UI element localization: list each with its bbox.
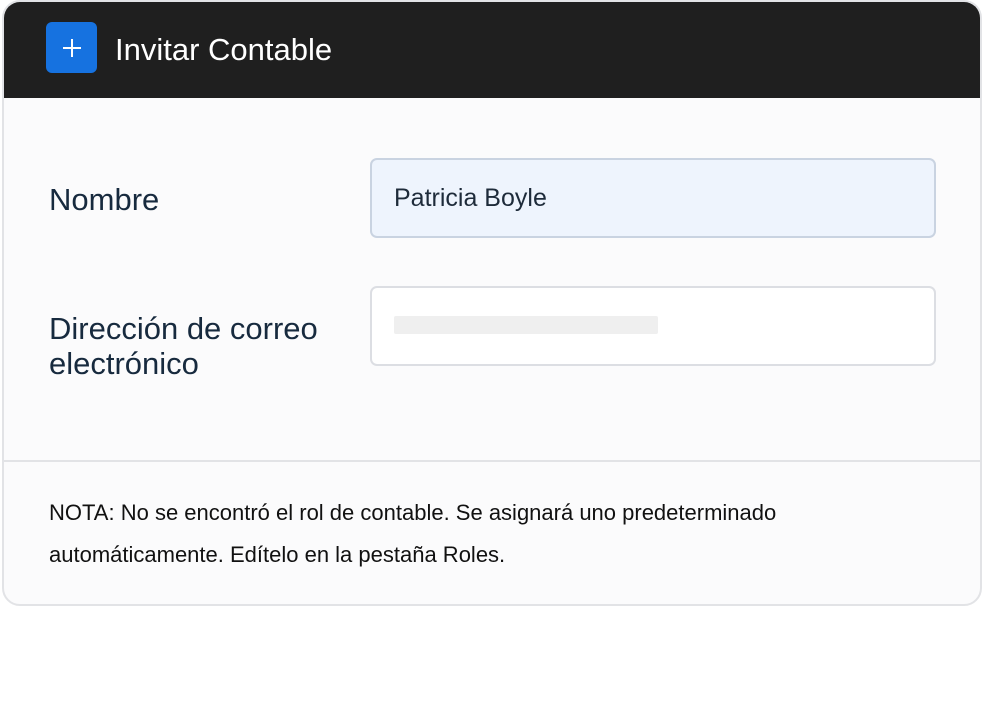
invite-accountant-dialog: Invitar Contable Nombre Dirección de cor…: [2, 0, 982, 606]
dialog-title: Invitar Contable: [115, 32, 333, 67]
name-input[interactable]: [370, 158, 936, 238]
dialog-header: Invitar Contable: [4, 2, 980, 98]
add-button[interactable]: [46, 22, 97, 73]
email-redacted-value: [394, 316, 658, 334]
email-label: Dirección de correo electrónico: [49, 311, 318, 381]
note-text: NOTA: No se encontró el rol de contable.…: [49, 500, 777, 567]
name-label: Nombre: [49, 182, 160, 217]
plus-icon: [62, 38, 81, 57]
divider: [4, 460, 980, 462]
